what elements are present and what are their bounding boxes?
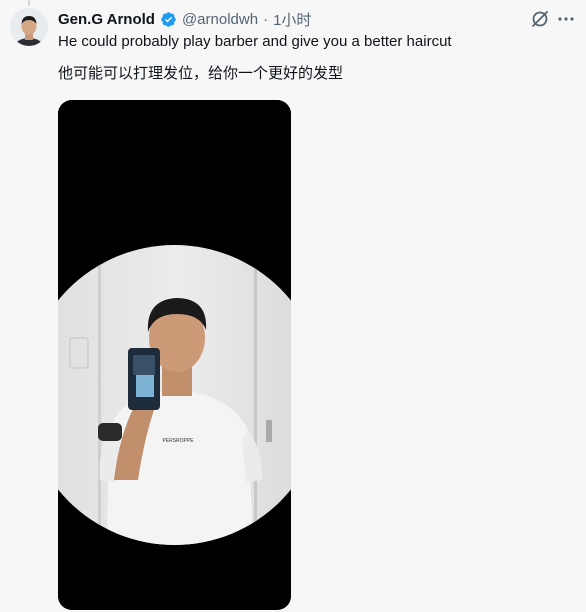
avatar[interactable]: [10, 8, 48, 46]
verified-badge-icon: [160, 11, 177, 28]
thread-connector-line: [28, 0, 30, 6]
grok-icon[interactable]: [530, 9, 550, 29]
post-media[interactable]: PERSROPPE: [58, 100, 291, 610]
avatar-image: [10, 8, 48, 46]
photo-image: PERSROPPE: [58, 100, 291, 610]
author-handle[interactable]: @arnoldwh: [182, 11, 258, 28]
post-text-english: He could probably play barber and give y…: [58, 33, 452, 50]
post-header: Gen.G Arnold @arnoldwh · 1小时: [58, 9, 311, 29]
post-text-chinese: 他可能可以打理发位，给你一个更好的发型: [58, 65, 344, 82]
author-name[interactable]: Gen.G Arnold: [58, 11, 155, 28]
post-time[interactable]: 1小时: [273, 9, 311, 30]
more-icon[interactable]: [556, 9, 576, 29]
separator-dot: ·: [263, 10, 269, 28]
shirt-print: PERSROPPE: [162, 438, 194, 444]
